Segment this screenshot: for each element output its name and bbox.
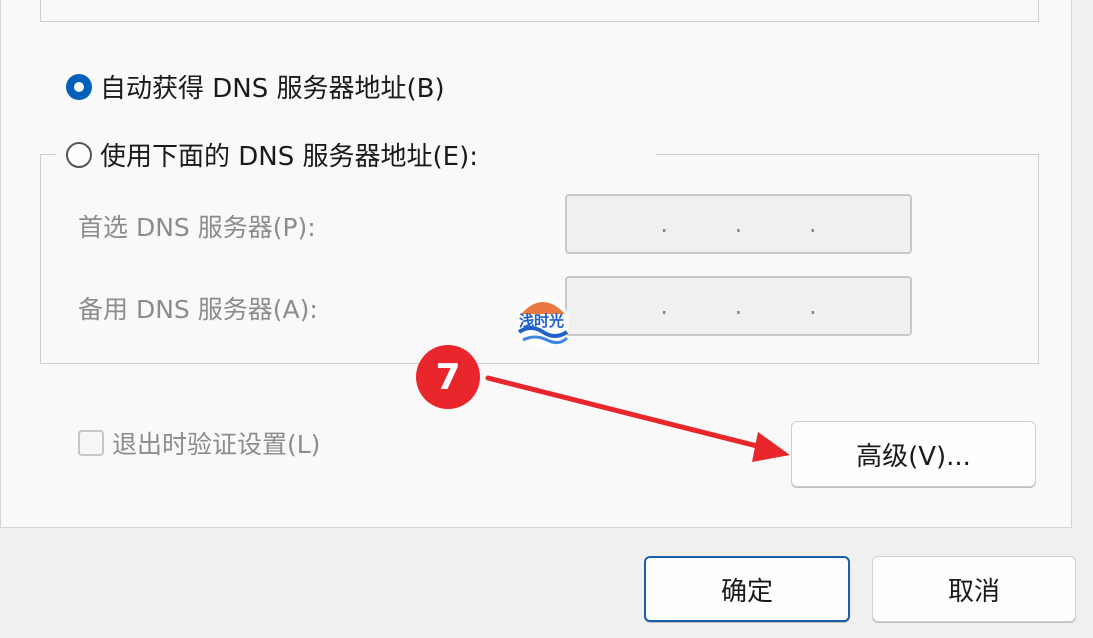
watermark-text: 浅时光 [519,312,565,330]
arrow-shaft [485,375,768,451]
step-badge: 7 [416,345,480,409]
arrow-head [752,432,790,462]
